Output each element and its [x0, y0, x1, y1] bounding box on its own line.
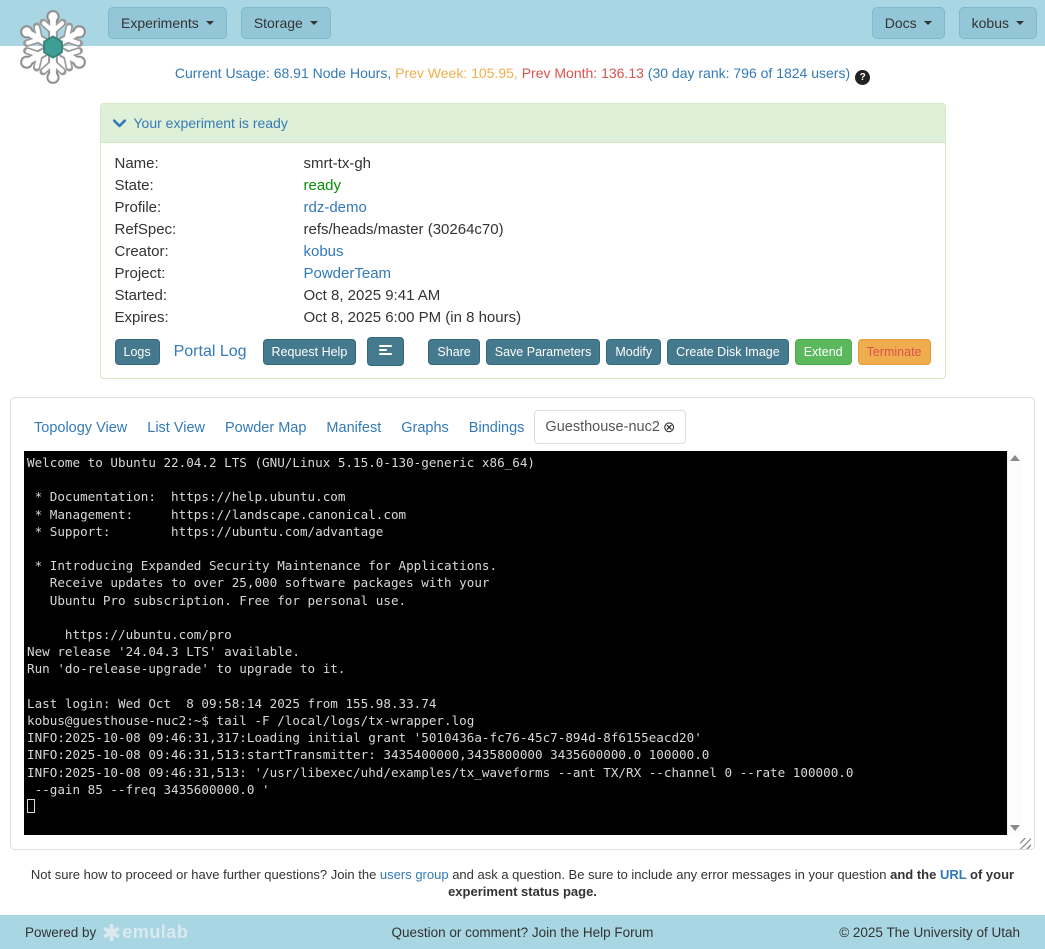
scroll-down-icon[interactable] [1010, 825, 1020, 831]
field-label: Expires: [115, 307, 304, 329]
chevron-down-icon [924, 21, 932, 25]
field-label: RefSpec: [115, 219, 304, 241]
share-button[interactable]: Share [428, 339, 479, 365]
storage-menu-button[interactable]: Storage [241, 7, 331, 39]
emulab-logo-text: emulab [122, 922, 188, 943]
experiment-state-value: ready [304, 175, 342, 197]
experiments-menu-label: Experiments [121, 15, 199, 31]
field-row-started: Started: Oct 8, 2025 9:41 AM [115, 285, 931, 307]
docs-menu-button[interactable]: Docs [872, 7, 945, 39]
terminal-output: Welcome to Ubuntu 22.04.2 LTS (GNU/Linux… [27, 454, 1007, 815]
tab-guesthouse-nuc2-label: Guesthouse-nuc2 [545, 419, 659, 435]
ssh-terminal-container: Welcome to Ubuntu 22.04.2 LTS (GNU/Linux… [24, 451, 1021, 835]
field-label: State: [115, 175, 304, 197]
terminate-button[interactable]: Terminate [858, 339, 931, 365]
tab-powder-map[interactable]: Powder Map [215, 412, 316, 444]
scroll-up-icon[interactable] [1010, 455, 1020, 461]
user-menu-button[interactable]: kobus [959, 7, 1037, 39]
project-link[interactable]: PowderTeam [304, 263, 392, 285]
field-row-project: Project: PowderTeam [115, 263, 931, 285]
current-usage-text: Current Usage: 68.91 Node Hours, [175, 65, 391, 81]
terminal-scrollbar[interactable] [1007, 451, 1021, 835]
terminal-text: Welcome to Ubuntu 22.04.2 LTS (GNU/Linux… [27, 455, 853, 797]
close-tab-icon[interactable]: ⊗ [663, 420, 676, 435]
tab-graphs[interactable]: Graphs [391, 412, 459, 444]
copyright-text: © 2025 The University of Utah [839, 925, 1020, 940]
powder-snowflake-logo[interactable] [10, 6, 96, 88]
emulab-logo[interactable]: emulab [103, 922, 188, 943]
storage-menu-label: Storage [254, 15, 303, 31]
view-tabs: Topology View List View Powder Map Manif… [24, 410, 1021, 444]
creator-link[interactable]: kobus [304, 241, 344, 263]
note-text-1: Not sure how to proceed or have further … [31, 867, 380, 882]
refspec-value: refs/heads/master (30264c70) [304, 219, 504, 241]
footer-bar: Powered by emulab Question or comment? J… [0, 915, 1045, 949]
field-label: Name: [115, 153, 304, 175]
prev-week-text: Prev Week: 105.95, [395, 65, 518, 81]
portal-log-link[interactable]: Portal Log [174, 343, 247, 361]
save-parameters-button[interactable]: Save Parameters [486, 339, 601, 365]
tab-guesthouse-nuc2[interactable]: Guesthouse-nuc2 ⊗ [534, 410, 686, 444]
tab-topology-view[interactable]: Topology View [24, 412, 137, 444]
terminal-cursor [27, 799, 35, 813]
field-row-name: Name: smrt-tx-gh [115, 153, 931, 175]
field-label: Project: [115, 263, 304, 285]
tab-manifest[interactable]: Manifest [316, 412, 391, 444]
experiment-details: Name: smrt-tx-gh State: ready Profile: r… [101, 143, 945, 378]
field-row-expires: Expires: Oct 8, 2025 6:00 PM (in 8 hours… [115, 307, 931, 329]
field-label: Started: [115, 285, 304, 307]
field-row-creator: Creator: kobus [115, 241, 931, 263]
footer-question-text: Question or comment? [392, 925, 532, 940]
snowflake-icon [10, 6, 96, 88]
note-bold-1: and the [890, 867, 940, 882]
experiment-name-value: smrt-tx-gh [304, 153, 372, 175]
powered-by: Powered by emulab [25, 922, 188, 943]
create-disk-image-button[interactable]: Create Disk Image [667, 339, 789, 365]
collapse-chevron-icon [113, 117, 126, 130]
align-left-icon [379, 343, 392, 357]
ssh-terminal[interactable]: Welcome to Ubuntu 22.04.2 LTS (GNU/Linux… [24, 451, 1007, 835]
experiments-menu-button[interactable]: Experiments [108, 7, 227, 39]
prev-month-text: Prev Month: 136.13 [522, 65, 644, 81]
usage-summary: Current Usage: 68.91 Node Hours, Prev We… [0, 65, 1045, 85]
url-link[interactable]: URL [940, 867, 966, 882]
emulab-asterisk-icon [103, 924, 120, 941]
experiment-view-panel: Topology View List View Powder Map Manif… [10, 397, 1035, 850]
expires-value: Oct 8, 2025 6:00 PM (in 8 hours) [304, 307, 522, 329]
field-row-refspec: RefSpec: refs/heads/master (30264c70) [115, 219, 931, 241]
profile-link[interactable]: rdz-demo [304, 197, 367, 219]
extend-button[interactable]: Extend [795, 339, 852, 365]
help-note: Not sure how to proceed or have further … [23, 866, 1023, 900]
chevron-down-icon [206, 21, 214, 25]
rank-text: (30 day rank: 796 of 1824 users) [648, 65, 850, 81]
field-label: Creator: [115, 241, 304, 263]
user-menu-label: kobus [972, 15, 1009, 31]
tab-bindings[interactable]: Bindings [459, 412, 535, 444]
help-question-icon[interactable]: ? [855, 70, 870, 85]
experiment-actions: Logs Portal Log Request Help Share Save … [115, 337, 931, 366]
console-list-button[interactable] [367, 337, 404, 366]
terminal-resize-handle[interactable] [1020, 838, 1031, 849]
field-row-profile: Profile: rdz-demo [115, 197, 931, 219]
request-help-button[interactable]: Request Help [263, 339, 357, 365]
experiment-status-header[interactable]: Your experiment is ready [101, 104, 945, 143]
help-forum-link[interactable]: Join the Help Forum [532, 925, 654, 940]
chevron-down-icon [1016, 21, 1024, 25]
note-text-2: and ask a question. Be sure to include a… [449, 867, 891, 882]
experiment-status-text: Your experiment is ready [134, 115, 288, 131]
field-label: Profile: [115, 197, 304, 219]
modify-button[interactable]: Modify [606, 339, 661, 365]
top-navbar: Experiments Storage Docs kobus [0, 0, 1045, 46]
experiment-status-panel: Your experiment is ready Name: smrt-tx-g… [100, 103, 946, 379]
users-group-link[interactable]: users group [380, 867, 449, 882]
tab-list-view[interactable]: List View [137, 412, 215, 444]
started-value: Oct 8, 2025 9:41 AM [304, 285, 441, 307]
docs-menu-label: Docs [885, 15, 917, 31]
field-row-state: State: ready [115, 175, 931, 197]
powered-by-label: Powered by [25, 925, 96, 940]
logs-button[interactable]: Logs [115, 339, 160, 365]
chevron-down-icon [310, 21, 318, 25]
